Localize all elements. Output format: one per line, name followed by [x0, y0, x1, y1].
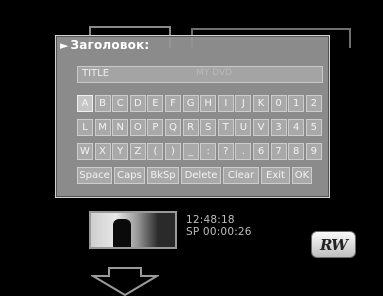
key-2-2[interactable]: M — [94, 119, 111, 136]
key-1-8[interactable]: H — [200, 95, 217, 112]
key-delete[interactable]: Delete — [181, 167, 221, 184]
key-3-14[interactable]: 9 — [305, 143, 322, 160]
key-2-14[interactable]: 5 — [305, 119, 322, 136]
dialog-title: Заголовок: — [70, 38, 150, 52]
key-1-2[interactable]: B — [94, 95, 111, 112]
key-1-6[interactable]: F — [165, 95, 181, 112]
key-3-10[interactable]: . — [235, 143, 252, 160]
video-thumbnail — [89, 211, 177, 249]
pointer-arrow-icon: ► — [60, 38, 69, 52]
key-2-8[interactable]: S — [200, 119, 217, 136]
key-2-3[interactable]: N — [112, 119, 129, 136]
key-1-3[interactable]: C — [112, 95, 129, 112]
key-1-1[interactable]: A — [77, 95, 93, 112]
key-2-12[interactable]: 3 — [270, 119, 287, 136]
clock-time: 12:48:18 — [186, 214, 235, 226]
key-3-6[interactable]: ) — [165, 143, 181, 160]
key-3-9[interactable]: ? — [217, 143, 234, 160]
key-clear[interactable]: Clear — [223, 167, 259, 184]
key-space[interactable]: Space — [77, 167, 112, 184]
key-2-5[interactable]: P — [147, 119, 164, 136]
key-1-12[interactable]: 0 — [270, 95, 287, 112]
key-2-1[interactable]: L — [77, 119, 93, 136]
key-3-3[interactable]: Y — [112, 143, 129, 160]
recording-position: SP 00:00:26 — [186, 226, 252, 238]
key-2-4[interactable]: O — [129, 119, 146, 136]
key-1-9[interactable]: I — [217, 95, 234, 112]
key-2-7[interactable]: R — [182, 119, 199, 136]
key-3-7[interactable]: _ — [182, 143, 199, 160]
key-3-4[interactable]: Z — [129, 143, 146, 160]
key-1-7[interactable]: G — [182, 95, 199, 112]
title-ghost-text: MY DVD — [196, 68, 232, 78]
title-input-field[interactable]: TITLE MY DVD — [77, 66, 323, 83]
thumbnail-light — [91, 213, 175, 247]
key-exit[interactable]: Exit — [261, 167, 290, 184]
key-2-9[interactable]: T — [217, 119, 234, 136]
key-bksp[interactable]: BkSp — [147, 167, 179, 184]
key-3-13[interactable]: 8 — [288, 143, 305, 160]
title-edit-dialog: ► Заголовок: TITLE MY DVD ABCDEFGHIJK012… — [55, 35, 330, 198]
key-3-2[interactable]: X — [94, 143, 111, 160]
thumbnail-figure — [113, 219, 131, 247]
key-1-14[interactable]: 2 — [305, 95, 322, 112]
playback-info: 12:48:18 SP 00:00:26 — [186, 214, 252, 238]
key-2-6[interactable]: Q — [165, 119, 181, 136]
key-2-10[interactable]: U — [235, 119, 252, 136]
key-1-11[interactable]: K — [253, 95, 269, 112]
key-1-10[interactable]: J — [235, 95, 252, 112]
key-2-11[interactable]: V — [253, 119, 269, 136]
key-1-13[interactable]: 1 — [288, 95, 305, 112]
key-ok[interactable]: OK — [292, 167, 312, 184]
key-3-8[interactable]: : — [200, 143, 217, 160]
key-caps[interactable]: Caps — [114, 167, 145, 184]
key-1-5[interactable]: E — [147, 95, 164, 112]
title-input-value: TITLE — [82, 68, 110, 79]
dialog-header: ► Заголовок: — [56, 36, 329, 54]
down-arrow-icon — [91, 267, 159, 296]
key-3-5[interactable]: ( — [147, 143, 164, 160]
key-3-11[interactable]: 6 — [253, 143, 269, 160]
key-3-1[interactable]: W — [77, 143, 93, 160]
rw-disc-logo: RW — [311, 231, 356, 258]
key-3-12[interactable]: 7 — [270, 143, 287, 160]
key-2-13[interactable]: 4 — [288, 119, 305, 136]
key-1-4[interactable]: D — [129, 95, 146, 112]
